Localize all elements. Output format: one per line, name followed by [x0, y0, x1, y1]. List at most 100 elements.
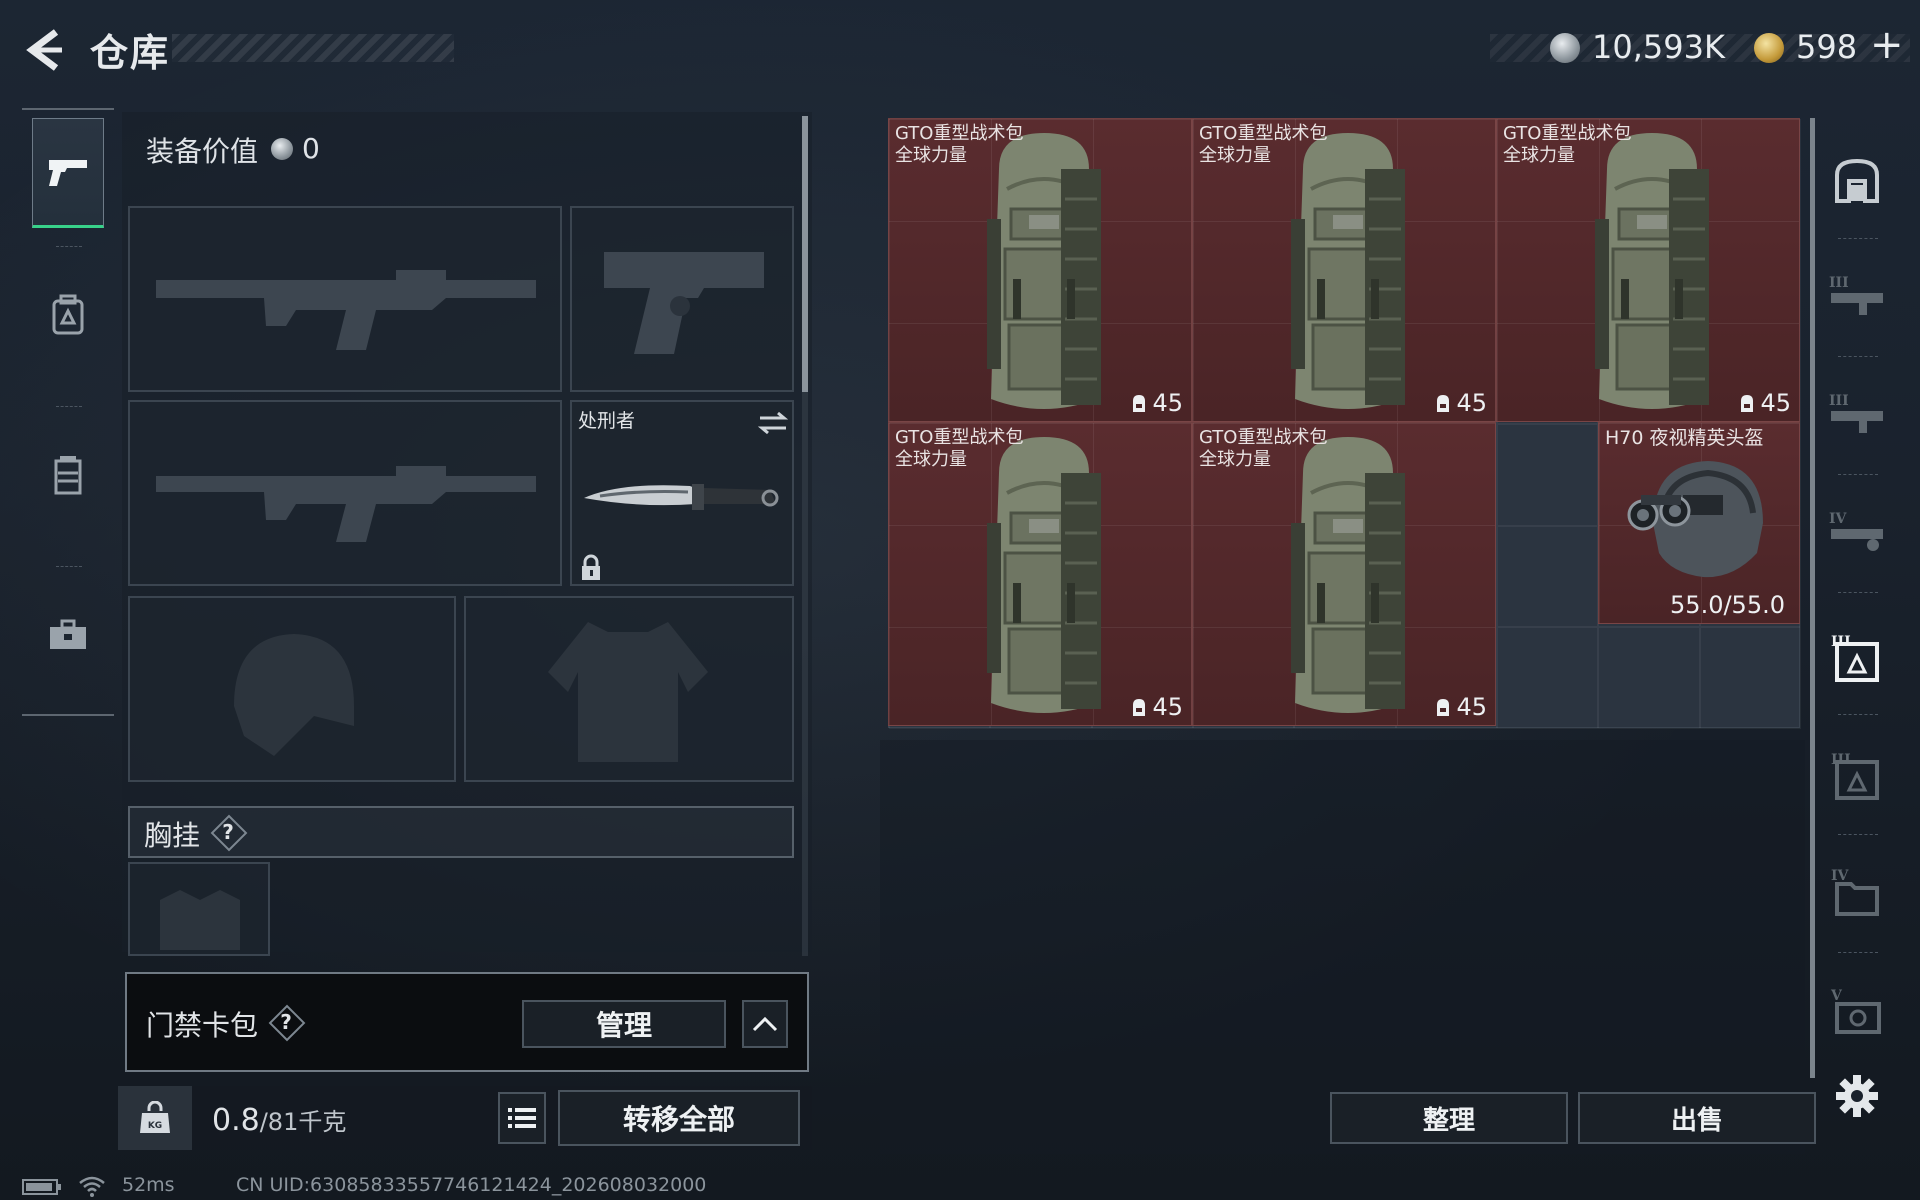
armor-silhouette-icon [548, 622, 708, 762]
money-amount: 10,593K [1592, 28, 1725, 66]
gold-coin-icon [1754, 33, 1784, 63]
gold-amount: 598 [1796, 28, 1858, 66]
card-pack-help-button[interactable]: ? [270, 1006, 302, 1038]
capacity-icon [1741, 395, 1754, 412]
storage-tab-weapon-rack-3[interactable]: IV [1826, 490, 1888, 570]
item-capacity: 45 [1130, 389, 1183, 417]
storage-item-backpack[interactable]: GTO重型战术包 全球力量 45 [1192, 422, 1496, 726]
nav-tab-backpack[interactable] [32, 260, 104, 370]
secondary-weapon-slot[interactable] [128, 400, 562, 586]
list-view-button[interactable] [498, 1092, 546, 1144]
item-capacity: 45 [1130, 693, 1183, 721]
storage-home-icon [1835, 158, 1879, 203]
equipment-value: 0 [302, 132, 320, 165]
wifi-icon [79, 1176, 105, 1197]
storage-grid-cell[interactable] [1496, 525, 1599, 628]
storage-item-backpack[interactable]: GTO重型战术包 全球力量 45 [888, 118, 1192, 422]
chest-rig-label: 胸挂 [144, 819, 201, 852]
melee-name: 处刑者 [578, 410, 636, 432]
back-button[interactable] [22, 26, 66, 74]
swap-icon[interactable] [758, 410, 788, 436]
weight-readout: 0.8/81千克 [212, 1102, 346, 1138]
helmet-slot[interactable] [128, 596, 456, 782]
item-capacity: 45 [1434, 693, 1487, 721]
silver-coin-icon [271, 138, 293, 160]
nav-tab-weapons[interactable] [32, 118, 104, 228]
nav-tab-armor[interactable] [32, 420, 104, 530]
weight-box: KG [118, 1086, 192, 1150]
weight-current: 0.8 [212, 1103, 260, 1138]
storage-tab-safe-box[interactable]: V [1826, 972, 1888, 1052]
item-capacity: 45 [1434, 389, 1487, 417]
svg-text:III: III [1829, 393, 1849, 409]
pistol-slot[interactable] [570, 206, 794, 392]
storage-tab-weapon-rack-2[interactable]: III [1826, 372, 1888, 452]
add-currency-button[interactable]: + [1870, 22, 1904, 68]
body-armor-slot[interactable] [464, 596, 794, 782]
item-name: H70 夜视精英头盔 [1605, 427, 1764, 449]
card-pack-label: 门禁卡包 [146, 1009, 259, 1042]
manage-button[interactable]: 管理 [522, 1000, 726, 1048]
left-nav [22, 108, 114, 716]
storage-tab-main[interactable] [1826, 140, 1888, 220]
uid-text: CN UID:6308583355774612142​4_20260803200… [236, 1174, 707, 1196]
backpack-item-icon [987, 437, 1101, 713]
collapse-button[interactable] [742, 1000, 788, 1048]
weight-max: /81千克 [259, 1108, 347, 1136]
backpack-item-icon [987, 133, 1101, 409]
knife-icon [584, 484, 779, 510]
svg-text:IV: IV [1829, 511, 1848, 527]
nav-tab-supplies[interactable] [32, 580, 104, 690]
storage-scrollbar[interactable] [1810, 118, 1815, 1078]
settings-button[interactable] [1826, 1056, 1888, 1136]
capacity-icon [1133, 699, 1146, 716]
storage-tab-folder-box[interactable]: IV [1826, 852, 1888, 932]
pistol-icon [49, 160, 87, 186]
svg-text:IV: IV [1831, 868, 1850, 884]
sort-button[interactable]: 整理 [1330, 1092, 1568, 1144]
gear-icon [1836, 1075, 1878, 1117]
equipment-scroll-thumb[interactable] [802, 116, 808, 392]
chest-rig-slot[interactable] [128, 862, 270, 956]
page-title: 仓库 [90, 31, 171, 75]
item-durability: 55.0/55.0 [1670, 591, 1785, 619]
storage-tab-backpack-box-1[interactable]: III [1826, 618, 1888, 698]
storage-item-backpack[interactable]: GTO重型战术包 全球力量 45 [888, 422, 1192, 726]
chevron-up-icon [752, 1016, 778, 1032]
melee-slot[interactable]: 处刑者 [570, 400, 794, 586]
capacity-icon [1437, 395, 1450, 412]
chest-rig-silhouette-icon [160, 890, 240, 950]
storage-tab-backpack-box-2[interactable]: III [1826, 736, 1888, 816]
latency-text: 52ms [122, 1174, 175, 1196]
item-capacity: 45 [1738, 389, 1791, 417]
storage-item-backpack[interactable]: GTO重型战术包 全球力量 45 [1496, 118, 1800, 422]
backpack-icon [52, 294, 84, 335]
capacity-icon [1437, 699, 1450, 716]
primary-weapon-slot[interactable] [128, 206, 562, 392]
capacity-icon [1133, 395, 1146, 412]
storage-grid-cell[interactable] [1496, 627, 1599, 729]
svg-text:KG: KG [148, 1121, 162, 1131]
transfer-all-button[interactable]: 转移全部 [558, 1090, 800, 1146]
svg-text:V: V [1830, 988, 1843, 1004]
lock-icon [582, 554, 600, 580]
chest-rig-help-button[interactable]: ? [212, 816, 244, 848]
backpack-item-icon [1291, 133, 1405, 409]
weapon-rack-iii-b-icon: III [1829, 393, 1883, 433]
silver-coin-icon [1550, 33, 1580, 63]
vest-icon [54, 456, 82, 495]
storage-tab-weapon-rack-1[interactable]: III [1826, 254, 1888, 334]
storage-grid-cell[interactable] [1699, 627, 1801, 729]
helmet-silhouette-icon [234, 634, 354, 756]
backpack-item-icon [1291, 437, 1405, 713]
backpack-box-iii-b-icon: III [1831, 752, 1879, 800]
storage-grid-cell[interactable] [1598, 627, 1700, 729]
battery-icon [22, 1179, 61, 1195]
item-name: GTO重型战术包 全球力量 [1503, 123, 1632, 166]
storage-grid-cell[interactable] [1496, 424, 1599, 526]
folder-box-iv-icon: IV [1831, 868, 1879, 916]
storage-item-backpack[interactable]: GTO重型战术包 全球力量 45 [1192, 118, 1496, 422]
storage-item-helmet[interactable]: H70 夜视精英头盔 55.0/55.0 [1598, 422, 1800, 624]
sell-button[interactable]: 出售 [1578, 1092, 1816, 1144]
safe-box-v-icon: V [1830, 988, 1881, 1034]
